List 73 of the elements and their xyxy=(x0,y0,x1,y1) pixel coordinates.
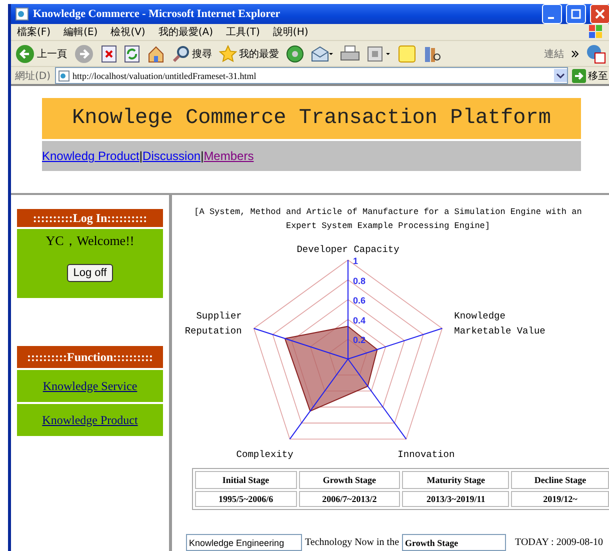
function-heading: ::::::::::Function:::::::::: xyxy=(17,346,163,370)
function-link[interactable]: Knowledge Product xyxy=(17,404,163,436)
books-icon[interactable] xyxy=(423,44,441,63)
axis-label: Knowledge Marketable Value xyxy=(454,310,546,336)
tick-label: 0.6 xyxy=(353,296,366,306)
table-cell: 1995/5~2006/6 xyxy=(195,491,297,507)
toolbar-label[interactable]: 我的最愛 xyxy=(239,46,279,61)
axis-label: Innovation xyxy=(398,449,455,460)
tick-label: 1 xyxy=(353,256,358,266)
window-title: Knowledge Commerce - Microsoft Internet Explorer xyxy=(33,8,282,20)
printer-icon[interactable] xyxy=(340,44,360,63)
column-header: Initial Stage xyxy=(195,471,297,489)
menu-item[interactable]: 工具(T) xyxy=(226,25,260,40)
menu-item[interactable]: 檢視(V) xyxy=(110,25,146,40)
log-off-button[interactable]: Log off xyxy=(67,264,113,282)
windows-logo-icon xyxy=(588,24,604,40)
function-link[interactable]: Knowledge Service xyxy=(17,370,163,402)
pdf-globe-icon[interactable] xyxy=(586,44,608,64)
axis-label: Developer Capacity xyxy=(296,244,400,255)
separator-text: | xyxy=(200,149,204,163)
page-icon xyxy=(58,70,70,82)
column-header: Maturity Stage xyxy=(402,471,510,489)
menu-item[interactable]: 檔案(F) xyxy=(17,25,51,40)
today-text: TODAY : 2009-08-10 xyxy=(515,537,603,548)
nav-link[interactable]: Members xyxy=(204,149,254,163)
search-icon[interactable] xyxy=(172,44,190,63)
edit-icon[interactable] xyxy=(367,44,391,63)
close-button[interactable] xyxy=(590,4,609,24)
address-field[interactable]: http://localhost/valuation/untitledFrameset-31.html xyxy=(54,67,568,84)
axis-label: Supplier Reputation xyxy=(184,310,242,336)
minimize-icon xyxy=(548,17,554,19)
column-header: Decline Stage xyxy=(511,471,609,489)
page-icon xyxy=(15,7,29,21)
chevron-icon[interactable] xyxy=(571,50,579,58)
welcome-text: YC，Welcome!! xyxy=(46,232,134,250)
technology-field[interactable]: Knowledge Engineering xyxy=(186,534,302,551)
maximize-button[interactable] xyxy=(566,4,586,24)
url-text: http://localhost/valuation/untitledFrameset-31.html xyxy=(72,70,258,80)
minimize-button[interactable] xyxy=(542,4,562,24)
close-icon xyxy=(595,9,605,19)
menu-item[interactable]: 說明(H) xyxy=(272,25,308,40)
refresh-icon[interactable] xyxy=(124,44,140,63)
tick-label: 0.8 xyxy=(353,276,366,286)
patent-title: [A System, Method and Article of Manufacture for a Simulation Engine with an Expert System Example Processing Engine] xyxy=(193,206,583,233)
toolbar-label[interactable]: 搜尋 xyxy=(192,46,212,61)
tick-label: 0.4 xyxy=(353,315,366,326)
links-label[interactable]: 連結 xyxy=(544,46,564,61)
maximize-icon xyxy=(571,9,581,19)
back-icon[interactable] xyxy=(15,44,35,64)
sentence-text: Technology Now in the xyxy=(305,537,400,548)
table-cell: 2013/3~2019/11 xyxy=(402,491,510,507)
stage-field[interactable]: Growth Stage xyxy=(402,534,506,551)
table-cell: 2019/12~ xyxy=(511,491,609,507)
login-heading: ::::::::::Log In:::::::::: xyxy=(17,209,163,229)
table-cell: 2006/7~2013/2 xyxy=(298,491,400,507)
nav-link[interactable]: Discussion xyxy=(142,149,201,163)
media-icon[interactable] xyxy=(286,44,304,63)
address-label: 網址(D) xyxy=(15,70,51,82)
site-banner: Knowlege Commerce Transaction Platform xyxy=(42,98,581,139)
axis-label: Complexity xyxy=(236,449,294,460)
toolbar-label[interactable]: 上一頁 xyxy=(37,46,67,61)
dropdown-icon[interactable] xyxy=(554,69,567,82)
menu-item[interactable]: 編輯(E) xyxy=(64,25,98,40)
separator-text: | xyxy=(139,149,143,163)
tick-label: 0.2 xyxy=(353,335,366,346)
column-header: Growth Stage xyxy=(298,471,400,489)
stop-icon[interactable] xyxy=(101,44,117,63)
mail-icon[interactable] xyxy=(311,44,333,63)
nav-link[interactable]: Knowledg Product xyxy=(42,149,140,163)
star-icon[interactable] xyxy=(219,44,237,63)
go-button[interactable]: 移至 xyxy=(572,68,608,82)
home-icon[interactable] xyxy=(147,44,165,63)
menu-item[interactable]: 我的最愛(A) xyxy=(158,25,213,40)
